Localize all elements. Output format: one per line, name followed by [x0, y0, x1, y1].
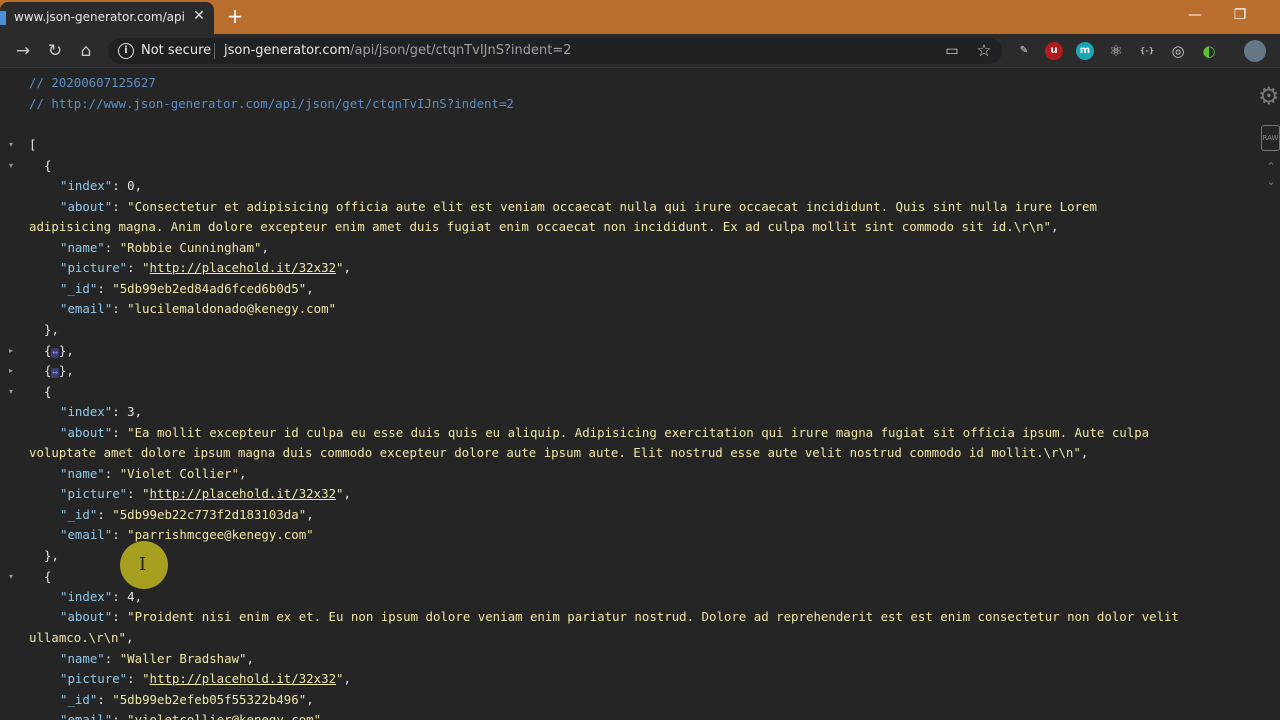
collapsed-object[interactable]: {↔}, [44, 341, 1280, 361]
object-close-brace: }, [44, 548, 59, 563]
scroll-down-icon[interactable]: ⌄ [1264, 176, 1278, 188]
settings-gear-icon[interactable]: ⚙ [1258, 83, 1280, 109]
object-open-brace: { [44, 384, 52, 399]
forward-arrow-icon[interactable]: → [12, 40, 34, 62]
m-extension-icon[interactable]: m [1076, 42, 1094, 60]
field-id: "_id": "5db99eb2ed84ad6fced6b0d5", [60, 281, 314, 296]
object-open-brace: { [44, 569, 52, 584]
field-about: "about": "Proident nisi enim ex et. Eu n… [60, 609, 1179, 624]
field-about-continued: ullamco.\r\n", [29, 630, 134, 645]
comment-url: // http://www.json-generator.com/api/jso… [29, 96, 514, 111]
field-email: "email": "lucilemaldonado@kenegy.com" [60, 301, 337, 316]
picture-link[interactable]: http://placehold.it/32x32 [150, 671, 337, 686]
collapse-arrow-icon[interactable]: ▾ [9, 135, 17, 155]
collapse-arrow-icon[interactable]: ▾ [9, 156, 17, 176]
address-divider [214, 43, 215, 59]
ublock-extension-icon[interactable]: u [1045, 42, 1063, 60]
tab-close-icon[interactable]: ✕ [190, 7, 208, 25]
field-id: "_id": "5db99eb22c773f2d183103da", [60, 507, 314, 522]
array-open-bracket: [ [29, 137, 37, 152]
field-about: "about": "Consectetur et adipisicing off… [60, 199, 1097, 214]
tab-title: www.json-generator.com/api/jso [14, 10, 184, 24]
bookmark-star-icon[interactable]: ☆ [975, 42, 993, 60]
security-label[interactable]: Not secure [141, 43, 211, 58]
field-name: "name": "Robbie Cunningham", [60, 240, 269, 255]
comment-date: // 20200607125627 [29, 75, 156, 90]
field-picture: "picture": "http://placehold.it/32x32", [60, 671, 351, 686]
field-about: "about": "Ea mollit excepteur id culpa e… [60, 425, 1150, 440]
restore-button[interactable]: ❐ [1225, 4, 1255, 26]
url-text[interactable]: json-generator.com/api/json/get/ctqnTvIJ… [224, 43, 571, 58]
text-cursor-icon: I [139, 554, 147, 575]
field-email: "email": "parrishmcgee@kenegy.com" [60, 527, 314, 542]
home-icon[interactable]: ⌂ [75, 40, 97, 62]
field-name: "name": "Violet Collier", [60, 466, 247, 481]
tab-favicon-icon [0, 11, 6, 25]
target-extension-icon[interactable]: ◎ [1169, 42, 1187, 60]
collapsed-object[interactable]: {↔}, [44, 361, 1280, 381]
field-picture: "picture": "http://placehold.it/32x32", [60, 486, 351, 501]
expand-arrow-icon[interactable]: ▸ [9, 361, 17, 381]
browser-title-bar: www.json-generator.com/api/jso ✕ + — ❐ [0, 0, 1280, 34]
picture-link[interactable]: http://placehold.it/32x32 [150, 260, 337, 275]
field-index: "index": 3, [60, 404, 143, 419]
field-name: "name": "Waller Bradshaw", [60, 651, 254, 666]
collapse-arrow-icon[interactable]: ▾ [9, 567, 17, 587]
scroll-up-icon[interactable]: ⌃ [1264, 161, 1278, 173]
json-viewer: // 20200607125627 // http://www.json-gen… [0, 69, 1280, 720]
url-path: /api/json/get/ctqnTvIJnS?indent=2 [350, 43, 572, 58]
browser-tab[interactable]: www.json-generator.com/api/jso ✕ [0, 2, 214, 34]
cast-icon[interactable]: ▭ [943, 42, 961, 60]
object-open-brace: { [44, 158, 52, 173]
edit-extension-icon[interactable]: ✎ [1015, 42, 1033, 60]
address-bar[interactable]: i Not secure json-generator.com/api/json… [108, 38, 1002, 64]
url-host: json-generator.com [224, 43, 351, 58]
field-id: "_id": "5db99eb2efeb05f55322b496", [60, 692, 314, 707]
color-extension-icon[interactable]: ◐ [1200, 42, 1218, 60]
info-icon[interactable]: i [118, 43, 134, 59]
field-picture: "picture": "http://placehold.it/32x32", [60, 260, 351, 275]
react-devtools-icon[interactable]: ⚛ [1107, 42, 1125, 60]
field-index: "index": 0, [60, 178, 143, 193]
minimize-button[interactable]: — [1180, 4, 1210, 26]
expand-arrow-icon[interactable]: ▸ [9, 341, 17, 361]
field-email: "email": "violetcollier@kenegy.com", [60, 712, 329, 720]
collapse-arrow-icon[interactable]: ▾ [9, 382, 17, 402]
browser-toolbar: → ↻ ⌂ i Not secure json-generator.com/ap… [0, 34, 1280, 68]
raw-toggle-button[interactable]: RAW [1261, 125, 1280, 151]
profile-avatar[interactable] [1244, 40, 1266, 62]
reload-icon[interactable]: ↻ [44, 40, 66, 62]
object-close-brace: }, [44, 322, 59, 337]
field-about-continued: adipisicing magna. Anim dolore excepteur… [29, 219, 1059, 234]
new-tab-button[interactable]: + [225, 5, 245, 27]
field-about-continued: voluptate amet dolore ipsum magna duis c… [29, 445, 1089, 460]
braces-extension-icon[interactable]: {-} [1138, 42, 1156, 60]
field-index: "index": 4, [60, 589, 143, 604]
picture-link[interactable]: http://placehold.it/32x32 [150, 486, 337, 501]
